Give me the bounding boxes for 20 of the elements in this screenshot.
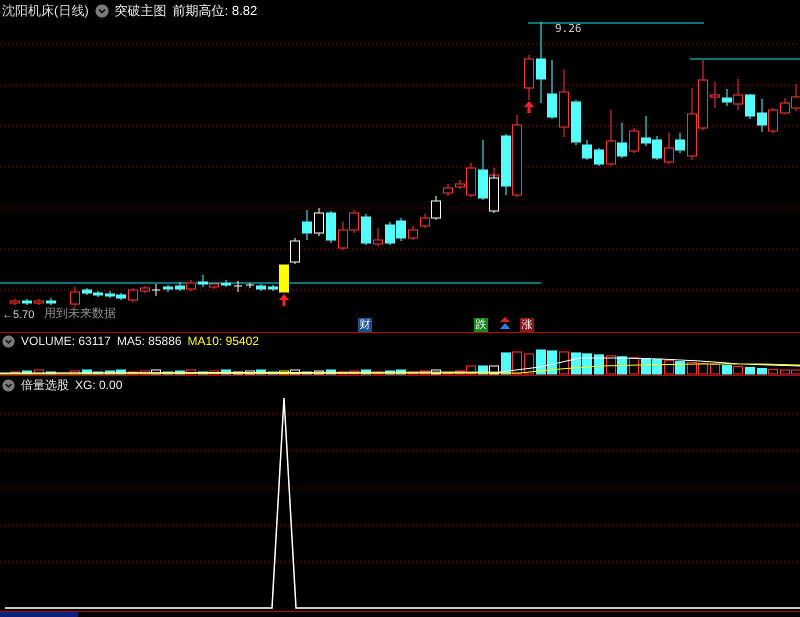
high-price-label: 9.26 [555,22,582,35]
event-badge[interactable]: 跌 [474,318,488,332]
volume-readout: VOLUME: 63117 [21,334,111,349]
volume-readout: MA5: 85886 [116,334,182,349]
future-data-warning: 用到未来数据 [44,306,116,320]
chart-title: 沈阳机床(日线) [2,3,89,19]
up-arrow-icon [499,317,511,330]
volume-readout: MA10: 95402 [188,334,259,349]
indicator-readout: 前期高位: 8.82 [172,3,258,19]
event-badge[interactable]: 财 [358,318,372,332]
up-arrow-icon [524,101,534,113]
indicator-readout: XG: 0.00 [75,378,122,393]
chevron-down-icon[interactable] [2,379,15,392]
chevron-down-icon[interactable] [2,335,15,348]
event-badge[interactable]: 涨 [520,318,534,332]
indicator-name: 倍量选股 [21,378,69,393]
indicator-name: 突破主图 [114,3,167,19]
up-arrow-icon [279,294,289,306]
chevron-down-icon[interactable] [94,4,109,18]
low-price-label: ←5.70 [2,309,34,322]
